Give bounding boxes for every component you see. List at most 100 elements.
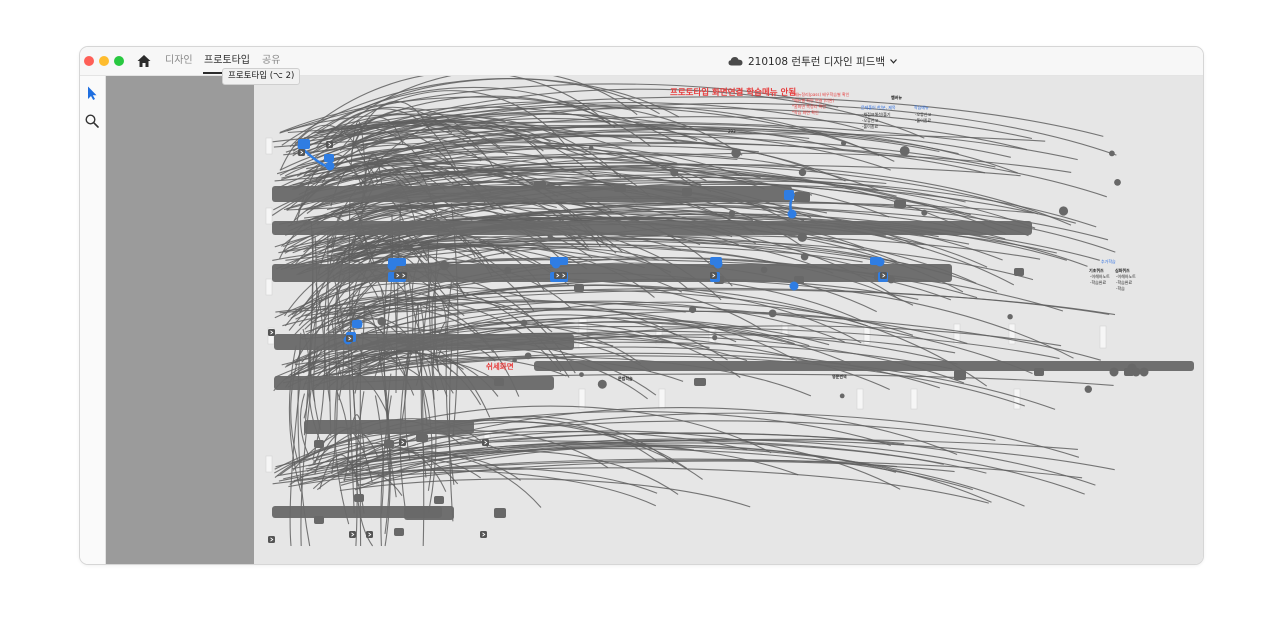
node-dot [839, 393, 845, 399]
artboard-frame [265, 278, 273, 296]
artboard-frame [1013, 388, 1021, 410]
node-dot [579, 372, 584, 377]
tab-prototype[interactable]: 프로토타입 [204, 54, 250, 67]
node-blob [394, 528, 404, 536]
zoom-icon[interactable] [84, 113, 100, 129]
red-note-3: *홈화면 쪽정리 확인 [792, 104, 826, 109]
selected-handle-icon [789, 281, 799, 291]
document-title-dropdown[interactable]: 210108 런투런 디자인 피드백 [728, 53, 897, 69]
artboard-frame [1099, 325, 1107, 349]
label-293: 293 [728, 129, 736, 134]
node-dot [731, 148, 741, 158]
arrow-chip-icon [394, 272, 401, 279]
col1-item-1: -채점표해석/풀기 [862, 112, 891, 117]
arrow-chip-icon [326, 141, 333, 148]
endpoint-dot [1109, 367, 1119, 377]
node-dot [800, 252, 809, 261]
node-blob [534, 181, 546, 189]
selected-handle-icon [298, 139, 310, 149]
document-title: 210108 런투런 디자인 피드백 [748, 55, 886, 68]
chevron-down-icon [890, 58, 897, 64]
side-col1-item-2: -학습완료 [1090, 280, 1107, 285]
tab-design[interactable]: 디자인 [165, 54, 193, 67]
node-dot [520, 319, 528, 327]
node-blob [1014, 268, 1024, 276]
canvas-heading: 프로토타입 화면연결 학습메뉴 안됨 [670, 88, 797, 98]
node-dot [439, 260, 449, 271]
selected-handle-icon [710, 257, 722, 265]
arrow-chip-icon [482, 439, 489, 446]
select-arrow-icon[interactable] [84, 85, 100, 101]
node-blob [894, 200, 906, 208]
col2-item-2: -풀이종료 [915, 118, 932, 123]
home-icon[interactable] [136, 53, 152, 69]
minimize-window-button[interactable] [99, 56, 109, 66]
node-dot [689, 305, 697, 314]
selected-handle-icon [550, 257, 568, 265]
wire-layer [265, 76, 1194, 547]
node-dot [670, 168, 679, 177]
node-dot [1007, 314, 1013, 320]
bottom-label-2: 영문번역 [832, 374, 847, 379]
prototype-tooltip: 프로토타입 (⌥ 2) [222, 68, 301, 85]
selected-handle-icon [870, 257, 882, 265]
node-dot [899, 146, 910, 156]
col1-item-2: -오류신고 [862, 118, 879, 123]
node-dot [1058, 206, 1069, 216]
close-window-button[interactable] [84, 56, 94, 66]
node-dot [728, 210, 736, 217]
connection-bundle [274, 334, 574, 350]
arrow-chip-icon [346, 335, 353, 342]
connection-bundle [304, 420, 474, 434]
cloud-icon [728, 57, 743, 66]
tab-share[interactable]: 공유 [262, 54, 280, 67]
artboard-frame [265, 207, 273, 225]
artboard-frame [658, 388, 666, 410]
node-blob [354, 494, 364, 502]
fullscreen-window-button[interactable] [114, 56, 124, 66]
node-dot [712, 335, 718, 341]
node-dot [1084, 385, 1092, 393]
node-dot [377, 317, 387, 326]
node-blob [494, 508, 506, 518]
side-col1-title: 기초퀴즈 [1089, 268, 1104, 273]
arrow-chip-icon [554, 272, 561, 279]
red-note-4: *학습 화면 확인 [792, 110, 819, 115]
connection-bundle [272, 264, 952, 282]
side-col2-item-3: -학습 [1116, 286, 1125, 291]
node-blob [694, 378, 706, 386]
bottom-label-1: 문법학습 [618, 376, 633, 381]
node-blob [434, 496, 444, 504]
arrow-chip-icon [349, 531, 356, 538]
app-window: 디자인 프로토타입 공유 210108 런투런 디자인 피드백 프로토타입 (⌥… [79, 46, 1204, 565]
node-dot [921, 209, 928, 216]
node-dot [768, 309, 777, 318]
node-dot [547, 234, 553, 240]
arrow-chip-icon [399, 439, 406, 446]
node-dot [887, 275, 895, 284]
col1-title: 문제풀어 한/분, 제목 [861, 105, 896, 110]
prototype-canvas[interactable]: 프로토타입 화면연결 학습메뉴 안됨 *메뉴정리(pass) 배우학습별 확인 … [254, 76, 1203, 564]
node-blob [574, 284, 584, 292]
node-dot [1114, 179, 1121, 186]
node-dot [798, 168, 807, 177]
side-col2-title: 심화퀴즈 [1115, 268, 1130, 273]
node-blob [954, 370, 966, 380]
artboard-frame [578, 388, 586, 410]
node-blob [384, 440, 394, 448]
arrow-chip-icon [298, 149, 305, 156]
side-col2-item-2: -학습완료 [1116, 280, 1133, 285]
selected-handle-icon [388, 258, 406, 266]
connection-bundle [404, 506, 454, 520]
layers-panel[interactable] [106, 76, 254, 564]
side-col2-item-1: -이해하노트 [1116, 274, 1136, 279]
arrow-chip-icon [560, 272, 567, 279]
node-dot [1109, 150, 1115, 157]
menu-header: 햄버뉴 [891, 95, 903, 100]
artboard-frame [856, 388, 864, 410]
arrow-chip-icon [268, 536, 275, 543]
interaction-wire [339, 478, 751, 508]
connection-bundle [272, 186, 792, 202]
node-dot [597, 379, 607, 389]
selected-handle-icon [352, 320, 362, 328]
